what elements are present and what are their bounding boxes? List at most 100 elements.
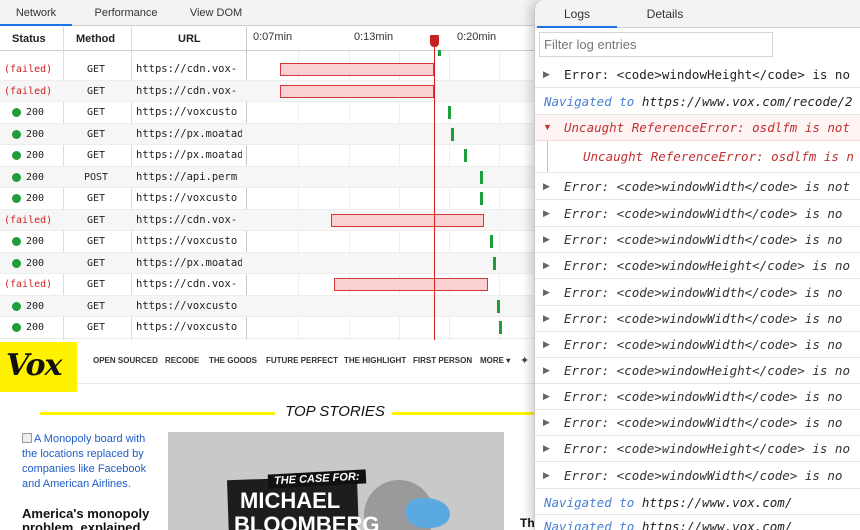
table-row[interactable]: 200 GET https://px.moatad	[0, 123, 540, 145]
expand-triangle-icon[interactable]: ▶	[543, 181, 550, 192]
status-ok-icon	[12, 151, 21, 160]
log-entry[interactable]: ▶ Error: <code>windowWidth</code> is no	[535, 384, 860, 410]
log-entry[interactable]: ▶ Error: <code>windowWidth</code> is no	[535, 410, 860, 436]
log-entry[interactable]: ▶ Error: <code>windowWidth</code> is not	[535, 173, 860, 200]
timeline-playhead[interactable]	[434, 36, 435, 340]
tab-details[interactable]: Details	[627, 0, 703, 28]
expand-triangle-icon[interactable]: ▶	[543, 287, 550, 298]
url-cell: https://px.moatad	[136, 127, 242, 140]
url-cell: https://cdn.vox-	[136, 213, 238, 226]
status-cell: 200	[4, 167, 44, 188]
request-timing-bar	[331, 213, 484, 227]
expand-triangle-icon[interactable]: ▶	[543, 365, 550, 376]
table-row[interactable]: 200 POST https://api.perm	[0, 166, 540, 188]
log-entry-navigation[interactable]: Navigated to https://www.vox.com/recode/…	[535, 88, 860, 115]
log-entry[interactable]: ▶ Error: <code>windowWidth</code> is no	[535, 462, 860, 489]
status-cell: (failed)	[4, 85, 53, 97]
nav-link-first-person[interactable]: FIRST PERSON	[413, 356, 472, 365]
tab-network[interactable]: Network	[0, 0, 72, 26]
status-cell: 200	[4, 145, 44, 166]
request-timing-bar	[480, 170, 483, 184]
expand-triangle-icon[interactable]: ▶	[543, 234, 550, 245]
table-row[interactable]: (failed) GET https://cdn.vox-	[0, 59, 540, 81]
url-cell: https://cdn.vox-	[136, 278, 238, 290]
log-entry[interactable]: ▶ Error: <code>windowWidth</code> is no	[535, 279, 860, 306]
expand-triangle-icon[interactable]: ▶	[543, 208, 550, 219]
method-cell: GET	[86, 107, 106, 118]
method-cell: GET	[86, 300, 106, 312]
table-row[interactable]: (failed) GET https://cdn.vox-	[0, 274, 540, 296]
network-panel: Network Performance View DOM Status Meth…	[0, 0, 540, 340]
table-row[interactable]: 200 GET https://voxcusto	[0, 231, 540, 253]
log-entry[interactable]: ▶ Error: <code>windowHeight</code> is no	[535, 253, 860, 279]
logs-panel: Logs Details ▶ Error: <code>windowHeight…	[534, 0, 860, 530]
table-row[interactable]: 200 GET https://voxcusto	[0, 295, 540, 317]
table-row[interactable]: 200 GET https://px.moatad	[0, 145, 540, 167]
status-cell: 200	[4, 102, 44, 123]
log-entry[interactable]: ▶ Error: <code>windowHeight</code> is no	[535, 62, 860, 88]
log-entry[interactable]: ▶ Error: <code>windowHeight</code> is no	[535, 358, 860, 384]
section-rule	[392, 412, 540, 415]
filter-log-input[interactable]	[539, 32, 773, 57]
log-entry-error[interactable]: ▼ Uncaught ReferenceError: osdlfm is not	[535, 115, 860, 141]
nav-link-the-goods[interactable]: THE GOODS	[209, 356, 257, 365]
table-row[interactable]: (failed) GET https://cdn.vox-	[0, 80, 540, 102]
nav-link-open-sourced[interactable]: OPEN SOURCED	[93, 356, 158, 365]
timeline-mark: 0:20min	[457, 31, 497, 43]
nav-link-recode[interactable]: RECODE	[165, 356, 199, 365]
tab-performance[interactable]: Performance	[84, 0, 168, 26]
status-column-header[interactable]: Status	[12, 27, 46, 51]
playhead-handle-icon[interactable]	[430, 35, 439, 47]
log-entry[interactable]: ▶ Error: <code>windowHeight</code> is no	[535, 436, 860, 462]
tab-logs[interactable]: Logs	[537, 0, 617, 28]
broken-image-icon	[22, 433, 32, 443]
method-cell: GET	[86, 64, 106, 75]
nav-link-future-perfect[interactable]: FUTURE PERFECT	[266, 356, 338, 365]
section-title: TOP STORIES	[285, 403, 385, 420]
request-timing-bar	[464, 149, 467, 162]
expand-triangle-icon[interactable]: ▶	[543, 339, 550, 350]
story-headline[interactable]: America's monopoly problem, explained	[22, 507, 162, 530]
expand-triangle-icon[interactable]: ▶	[543, 260, 550, 271]
url-cell: https://px.moatad	[136, 149, 242, 161]
timeline-mark: 0:13min	[354, 31, 394, 43]
log-entry[interactable]: ▶ Error: <code>windowWidth</code> is no	[535, 227, 860, 253]
timeline-mark: 0:07min	[253, 31, 293, 43]
nav-link-the-highlight[interactable]: THE HIGHLIGHT	[344, 356, 406, 365]
method-column-header[interactable]: Method	[76, 27, 115, 51]
log-entry[interactable]: ▶ Error: <code>windowWidth</code> is no	[535, 306, 860, 332]
collapse-triangle-icon[interactable]: ▼	[543, 122, 552, 132]
twitter-icon[interactable]: ✦	[520, 354, 529, 367]
url-cell: https://cdn.vox-	[136, 63, 238, 75]
table-row[interactable]: 200 GET https://voxcusto	[0, 102, 540, 124]
log-entry[interactable]: ▶ Error: <code>windowWidth</code> is no	[535, 200, 860, 227]
cut-off-headline: Th	[520, 516, 535, 530]
tab-view-dom[interactable]: View DOM	[178, 0, 254, 26]
expand-triangle-icon[interactable]: ▶	[543, 443, 550, 454]
table-row[interactable]: 200 GET https://voxcusto	[0, 317, 540, 339]
status-cell: 200	[4, 188, 44, 209]
feature-image[interactable]: THE CASE FOR: MICHAEL BLOOMBERG	[168, 432, 504, 530]
expand-triangle-icon[interactable]: ▶	[543, 69, 550, 80]
expand-triangle-icon[interactable]: ▶	[543, 313, 550, 324]
table-row[interactable]: (failed) GET https://cdn.vox-	[0, 209, 540, 231]
table-row[interactable]: 200 GET https://px.moatad	[0, 252, 540, 274]
vox-logo[interactable]: Vox	[0, 342, 77, 392]
table-row[interactable]: 200 GET https://voxcusto	[0, 188, 540, 210]
story-image-alt-text[interactable]: A Monopoly board with the locations repl…	[22, 432, 152, 492]
expand-triangle-icon[interactable]: ▶	[543, 470, 550, 481]
request-timing-bar	[499, 321, 502, 334]
expand-triangle-icon[interactable]: ▶	[543, 417, 550, 428]
status-ok-icon	[12, 194, 21, 203]
status-cell: (failed)	[4, 64, 53, 75]
url-cell: https://voxcusto	[136, 106, 238, 118]
expand-triangle-icon[interactable]: ▶	[543, 391, 550, 402]
log-entry-navigation[interactable]: Navigated to https://www.vox.com/	[535, 489, 860, 515]
nav-link-more[interactable]: MORE ▾	[480, 356, 510, 365]
url-column-header[interactable]: URL	[178, 27, 201, 51]
log-entry-navigation[interactable]: Navigated to https://www.vox.com/	[535, 515, 860, 530]
log-entry[interactable]: ▶ Error: <code>windowWidth</code> is no	[535, 332, 860, 358]
method-cell: GET	[86, 257, 106, 269]
devtools-tab-bar: Network Performance View DOM	[0, 0, 540, 26]
request-timing-bar	[448, 106, 451, 119]
